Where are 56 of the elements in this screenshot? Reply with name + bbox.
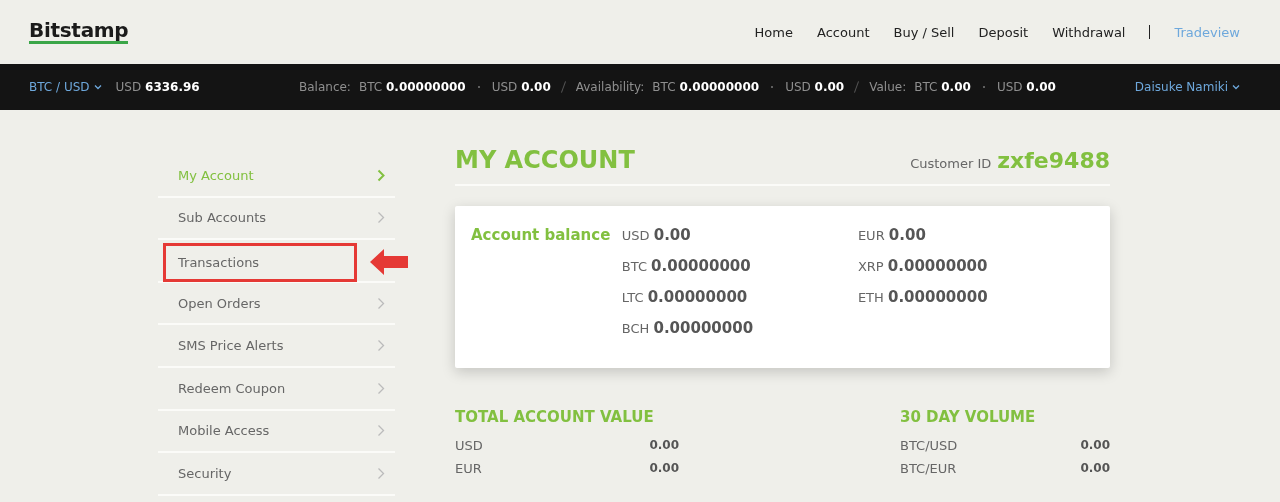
customer-id-label: Customer ID bbox=[910, 156, 992, 171]
stat-label: Balance: bbox=[299, 80, 351, 94]
row-label: BTC/USD bbox=[900, 438, 958, 455]
stat-value: BTC 0.00000000 bbox=[358, 80, 466, 94]
page-title: MY ACCOUNT bbox=[455, 146, 635, 174]
sidebar-item[interactable]: Security bbox=[158, 453, 395, 494]
nav-link[interactable]: Deposit bbox=[978, 24, 1029, 40]
balance-value: USD 0.00 bbox=[621, 226, 692, 244]
stat-value: USD 0.00 bbox=[996, 80, 1056, 94]
chevron-down-icon bbox=[93, 84, 102, 90]
stat-value: BTC 0.00000000 bbox=[652, 80, 760, 94]
balance-value: ETH 0.00000000 bbox=[857, 288, 989, 306]
price-text: USD 6336.96 bbox=[115, 80, 200, 94]
customer-id: zxfe9488 bbox=[997, 148, 1110, 173]
sidebar-item[interactable]: Redeem Coupon bbox=[158, 367, 395, 409]
chevron-right-icon bbox=[377, 339, 385, 353]
logo[interactable]: Bitstamp bbox=[29, 20, 129, 44]
stat-value: USD 0.00 bbox=[491, 80, 551, 94]
row-label: EUR bbox=[455, 461, 482, 478]
balance-value: XRP 0.00000000 bbox=[857, 257, 989, 275]
balance-value: LTC 0.00000000 bbox=[621, 288, 749, 306]
user-menu[interactable]: Daisuke Namiki bbox=[1134, 80, 1240, 94]
nav-link[interactable]: Buy / Sell bbox=[893, 24, 955, 40]
stat-label: Availability: bbox=[575, 80, 645, 94]
chevron-right-icon bbox=[377, 296, 385, 310]
chevron-right-icon bbox=[377, 381, 385, 395]
nav-link[interactable]: Account bbox=[817, 24, 870, 40]
sidebar-item[interactable]: Mobile Access bbox=[158, 410, 395, 452]
row-value: 0.00 bbox=[1080, 461, 1110, 477]
balance-value: BTC 0.00000000 bbox=[621, 257, 752, 275]
stat-label: Value: bbox=[869, 80, 907, 94]
row-label: BTC/EUR bbox=[900, 461, 957, 478]
stat-value: BTC 0.00 bbox=[914, 80, 971, 94]
sidebar-item[interactable]: Open Orders bbox=[158, 282, 395, 324]
card-title: Account balance bbox=[471, 226, 612, 246]
row-value: 0.00 bbox=[1080, 438, 1110, 454]
chevron-down-icon bbox=[1232, 84, 1240, 90]
nav-link[interactable]: Withdrawal bbox=[1052, 24, 1126, 40]
sidebar-item[interactable]: SMS Price Alerts bbox=[158, 325, 395, 366]
sidebar-item[interactable]: Sub Accounts bbox=[158, 197, 395, 239]
nav-link[interactable]: Home bbox=[754, 24, 793, 40]
row-value: 0.00 bbox=[649, 461, 679, 477]
section-title: 30 DAY VOLUME bbox=[900, 408, 1037, 426]
pair-selector[interactable]: BTC / USD bbox=[29, 80, 102, 94]
row-label: USD bbox=[455, 438, 483, 455]
chevron-right-icon bbox=[377, 466, 385, 480]
chevron-right-icon bbox=[377, 168, 385, 182]
sidebar-item[interactable]: Transactions bbox=[163, 243, 357, 282]
chevron-right-icon bbox=[377, 211, 385, 225]
row-value: 0.00 bbox=[649, 438, 679, 454]
balance-value: EUR 0.00 bbox=[857, 226, 927, 244]
balance-value: BCH 0.00000000 bbox=[621, 319, 755, 337]
arrow-icon bbox=[370, 249, 408, 276]
section-title: TOTAL ACCOUNT VALUE bbox=[455, 408, 655, 426]
stat-value: USD 0.00 bbox=[785, 80, 845, 94]
chevron-right-icon bbox=[377, 424, 385, 438]
